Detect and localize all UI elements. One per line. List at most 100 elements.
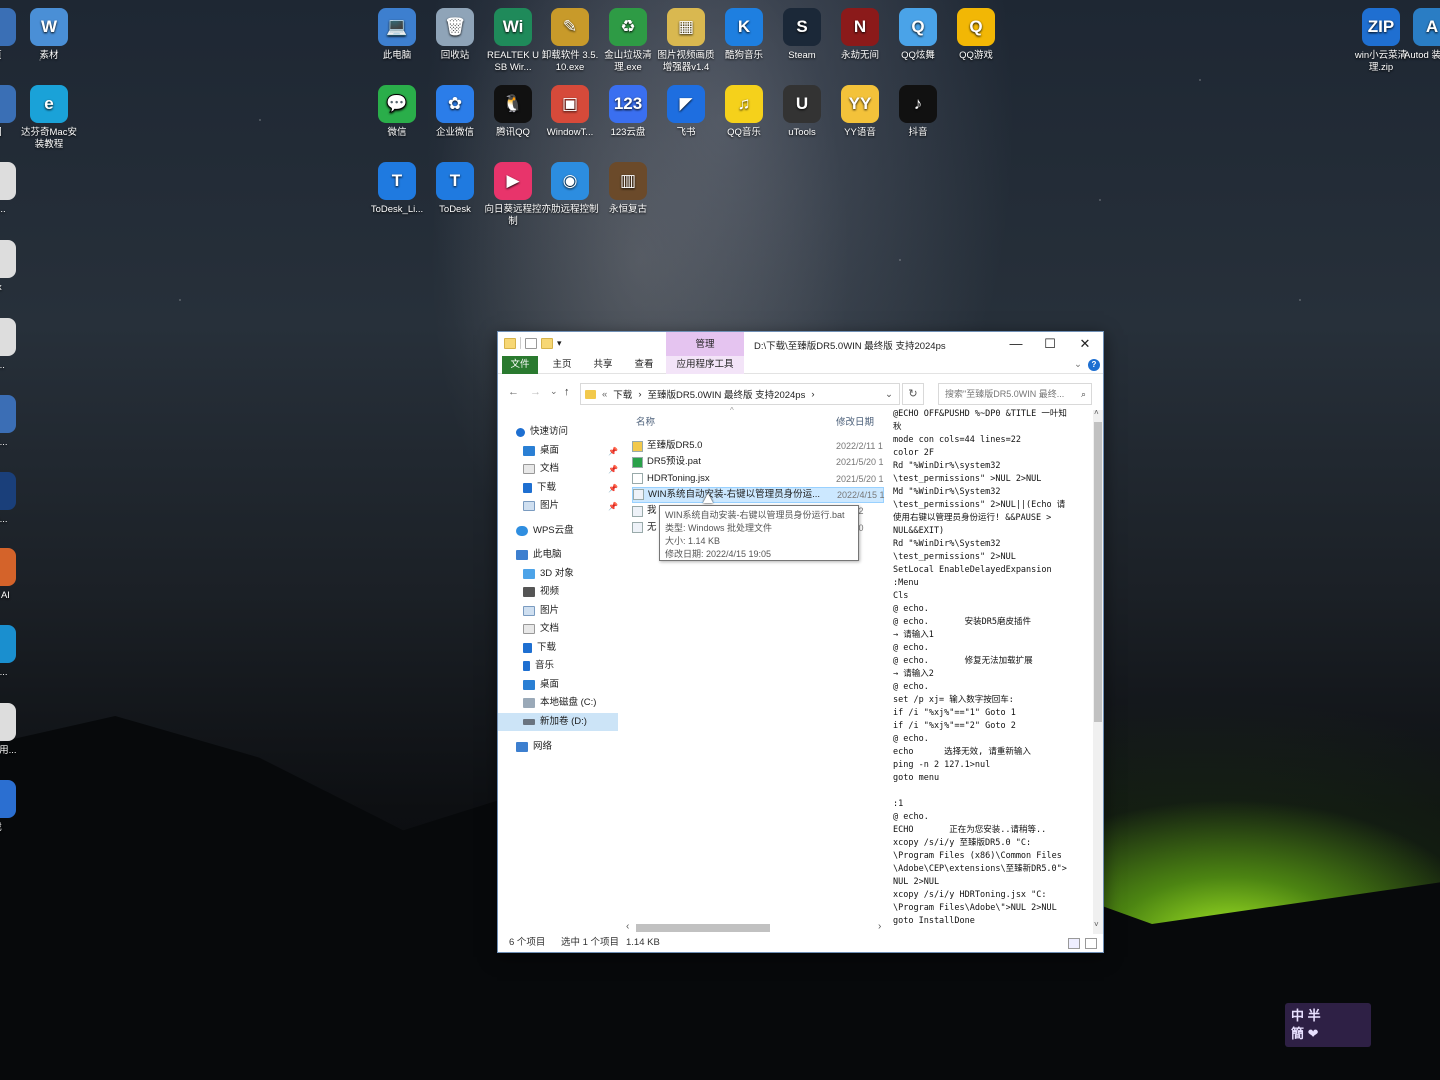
nav-network[interactable]: 网络 bbox=[516, 738, 552, 756]
desktop-shortcut[interactable]: ZIP win小云菜清理.zip bbox=[1352, 8, 1410, 74]
nav-pictures[interactable]: 图片 bbox=[523, 497, 559, 515]
desktop-shortcut[interactable]: e 达芬奇Mac安装教程 bbox=[20, 85, 78, 151]
desktop-shortcut[interactable]: ▶ 向日葵远程控制 bbox=[484, 162, 542, 228]
scroll-up-icon[interactable]: ˄ bbox=[1094, 408, 1099, 417]
scroll-down-icon[interactable]: ˅ bbox=[1094, 920, 1099, 929]
nav-3d-objects[interactable]: 3D 对象 bbox=[523, 565, 574, 583]
breadcrumb-separator[interactable]: › bbox=[638, 389, 641, 400]
address-dropdown-icon[interactable]: ⌄ bbox=[885, 389, 893, 400]
desktop-shortcut[interactable]: 💬 微信 bbox=[368, 85, 426, 139]
desktop-shortcut[interactable]: ✿ 企业微信 bbox=[426, 85, 484, 139]
desktop-shortcut[interactable]: T ToDesk_Li... bbox=[368, 162, 426, 216]
scroll-right-icon[interactable]: › bbox=[878, 921, 881, 932]
pin-icon[interactable]: 📌 bbox=[608, 447, 618, 456]
title-bar[interactable]: ▾ 管理 D:\下载\至臻版DR5.0WIN 最终版 支持2024ps — ☐ … bbox=[498, 332, 1103, 356]
back-button[interactable]: ← bbox=[508, 386, 519, 398]
desktop-shortcut[interactable]: n 4... bbox=[0, 395, 26, 449]
large-icons-view-icon[interactable] bbox=[1085, 938, 1097, 949]
scroll-left-icon[interactable]: ‹ bbox=[626, 921, 629, 932]
pin-icon[interactable]: 📌 bbox=[608, 484, 618, 493]
breadcrumb-separator[interactable]: › bbox=[811, 389, 814, 400]
forward-button[interactable]: → bbox=[530, 386, 541, 398]
file-row[interactable]: HDRToning.jsx 2021/5/20 1 bbox=[632, 471, 884, 487]
refresh-button[interactable]: ↻ bbox=[902, 383, 924, 405]
desktop-shortcut[interactable]: 接... bbox=[0, 162, 26, 216]
desktop-shortcut[interactable]: 123 123云盘 bbox=[599, 85, 657, 139]
nav-desktop-pc[interactable]: 桌面 bbox=[523, 676, 559, 694]
nav-quick-access[interactable]: 快速访问 bbox=[516, 423, 568, 441]
tab-home[interactable]: 主页 bbox=[544, 356, 580, 374]
desktop-shortcut[interactable]: ◉ 亦肋远程控制 bbox=[541, 162, 599, 216]
tab-share[interactable]: 共享 bbox=[585, 356, 621, 374]
desktop-shortcut[interactable]: 裁 bbox=[0, 780, 26, 834]
desktop-shortcut[interactable]: ♫ QQ音乐 bbox=[715, 85, 773, 139]
desktop-shortcut[interactable]: 💻 此电脑 bbox=[368, 8, 426, 62]
nav-documents[interactable]: 文档 bbox=[523, 460, 559, 478]
up-button[interactable]: ↑ bbox=[564, 386, 570, 398]
desktop-shortcut[interactable]: ✎ 卸载软件 3.5.10.exe bbox=[541, 8, 599, 74]
column-header-name[interactable]: 名称 bbox=[636, 414, 655, 428]
desktop-shortcut[interactable]: ▦ 图片视频画质增强器v1.4 bbox=[657, 8, 715, 74]
desktop-shortcut[interactable]: ▥ 永恒复古 bbox=[599, 162, 657, 216]
desktop-shortcut[interactable]: ▣ WindowT... bbox=[541, 85, 599, 139]
minimize-button[interactable]: — bbox=[999, 332, 1033, 356]
desktop-shortcut[interactable]: A Autod 装重启 bbox=[1403, 8, 1440, 62]
breadcrumb-downloads[interactable]: 下载 bbox=[613, 387, 632, 401]
desktop-shortcut[interactable]: YY YY语音 bbox=[831, 85, 889, 139]
nav-pictures-pc[interactable]: 图片 bbox=[523, 602, 559, 620]
breadcrumb-current-folder[interactable]: 至臻版DR5.0WIN 最终版 支持2024ps bbox=[647, 387, 805, 401]
search-input[interactable]: 搜索"至臻版DR5.0WIN 最终... ⌕ bbox=[938, 383, 1092, 405]
desktop-shortcut[interactable]: Wi REALTEK USB Wir... bbox=[484, 8, 542, 74]
horizontal-scrollbar[interactable]: ‹ › bbox=[626, 921, 888, 934]
nav-desktop[interactable]: 桌面 bbox=[523, 442, 559, 460]
desktop-shortcut[interactable]: ♪ 抖音 bbox=[889, 85, 947, 139]
scrollbar-thumb[interactable] bbox=[636, 924, 770, 932]
new-folder-icon[interactable] bbox=[541, 337, 553, 349]
file-row[interactable]: 至臻版DR5.0 2022/2/11 1 bbox=[632, 438, 884, 454]
address-prefix[interactable]: « bbox=[602, 389, 607, 400]
scrollbar-thumb[interactable] bbox=[1094, 422, 1102, 722]
desktop-shortcut[interactable]: 常见 用... bbox=[0, 703, 26, 757]
desktop-shortcut[interactable]: z el AI bbox=[0, 548, 26, 602]
column-header-date[interactable]: 修改日期 bbox=[836, 414, 874, 428]
tab-application-tools[interactable]: 应用程序工具 bbox=[666, 356, 744, 374]
desktop-shortcut[interactable]: e h... bbox=[0, 472, 26, 526]
desktop-shortcut[interactable]: 🗑 回收站 bbox=[426, 8, 484, 62]
desktop-shortcut[interactable]: K 酷狗音乐 bbox=[715, 8, 773, 62]
desktop-shortcut[interactable]: S Steam bbox=[773, 8, 831, 62]
nav-music[interactable]: 音乐 bbox=[523, 657, 554, 675]
nav-local-disk-c[interactable]: 本地磁盘 (C:) bbox=[523, 694, 596, 712]
desktop-shortcut[interactable]: ♻ 金山垃圾清理.exe bbox=[599, 8, 657, 74]
maximize-button[interactable]: ☐ bbox=[1033, 332, 1067, 356]
nav-this-pc[interactable]: 此电脑 bbox=[516, 546, 562, 564]
close-button[interactable]: ✕ bbox=[1068, 332, 1102, 356]
quick-access-more-icon[interactable]: ▾ bbox=[557, 338, 562, 349]
desktop-shortcut[interactable]: UuTools bbox=[773, 85, 831, 139]
tab-file[interactable]: 文件 bbox=[502, 356, 538, 374]
details-view-icon[interactable] bbox=[1068, 938, 1080, 949]
nav-documents-pc[interactable]: 文档 bbox=[523, 620, 559, 638]
manage-tab-header[interactable]: 管理 bbox=[666, 332, 744, 356]
nav-downloads-pc[interactable]: 下载 bbox=[523, 639, 556, 657]
properties-icon[interactable] bbox=[525, 337, 537, 349]
nav-new-volume-d[interactable]: 新加卷 (D:) bbox=[498, 713, 618, 731]
address-bar[interactable]: « 下载 › 至臻版DR5.0WIN 最终版 支持2024ps › ⌄ bbox=[580, 383, 900, 405]
desktop-shortcut[interactable]: Q QQ游戏 bbox=[947, 8, 1005, 62]
file-row[interactable]: WIN系统自动安装-右键以管理员身份运... 2022/4/15 1 bbox=[632, 486, 885, 503]
ribbon-expand-icon[interactable]: ⌄ bbox=[1072, 356, 1084, 374]
preview-vertical-scrollbar[interactable]: ˄ ˅ bbox=[1093, 408, 1103, 934]
desktop-shortcut[interactable]: e h... bbox=[0, 625, 26, 679]
nav-videos[interactable]: 视频 bbox=[523, 583, 559, 601]
desktop-shortcut[interactable]: of... bbox=[0, 318, 26, 372]
desktop-shortcut[interactable]: sx bbox=[0, 240, 26, 294]
desktop-shortcut[interactable]: W 素材 bbox=[20, 8, 78, 62]
desktop-shortcut[interactable]: 🐧 腾讯QQ bbox=[484, 85, 542, 139]
file-row[interactable]: DR5预设.pat 2021/5/20 1 bbox=[632, 454, 884, 470]
desktop-shortcut[interactable]: T ToDesk bbox=[426, 162, 484, 216]
pin-icon[interactable]: 📌 bbox=[608, 465, 618, 474]
desktop-shortcut[interactable]: ◤ 飞书 bbox=[657, 85, 715, 139]
desktop-shortcut[interactable]: N 永劫无间 bbox=[831, 8, 889, 62]
help-icon[interactable]: ? bbox=[1088, 359, 1100, 371]
tab-view[interactable]: 查看 bbox=[626, 356, 662, 374]
recent-locations-icon[interactable]: ⌄ bbox=[550, 386, 558, 397]
